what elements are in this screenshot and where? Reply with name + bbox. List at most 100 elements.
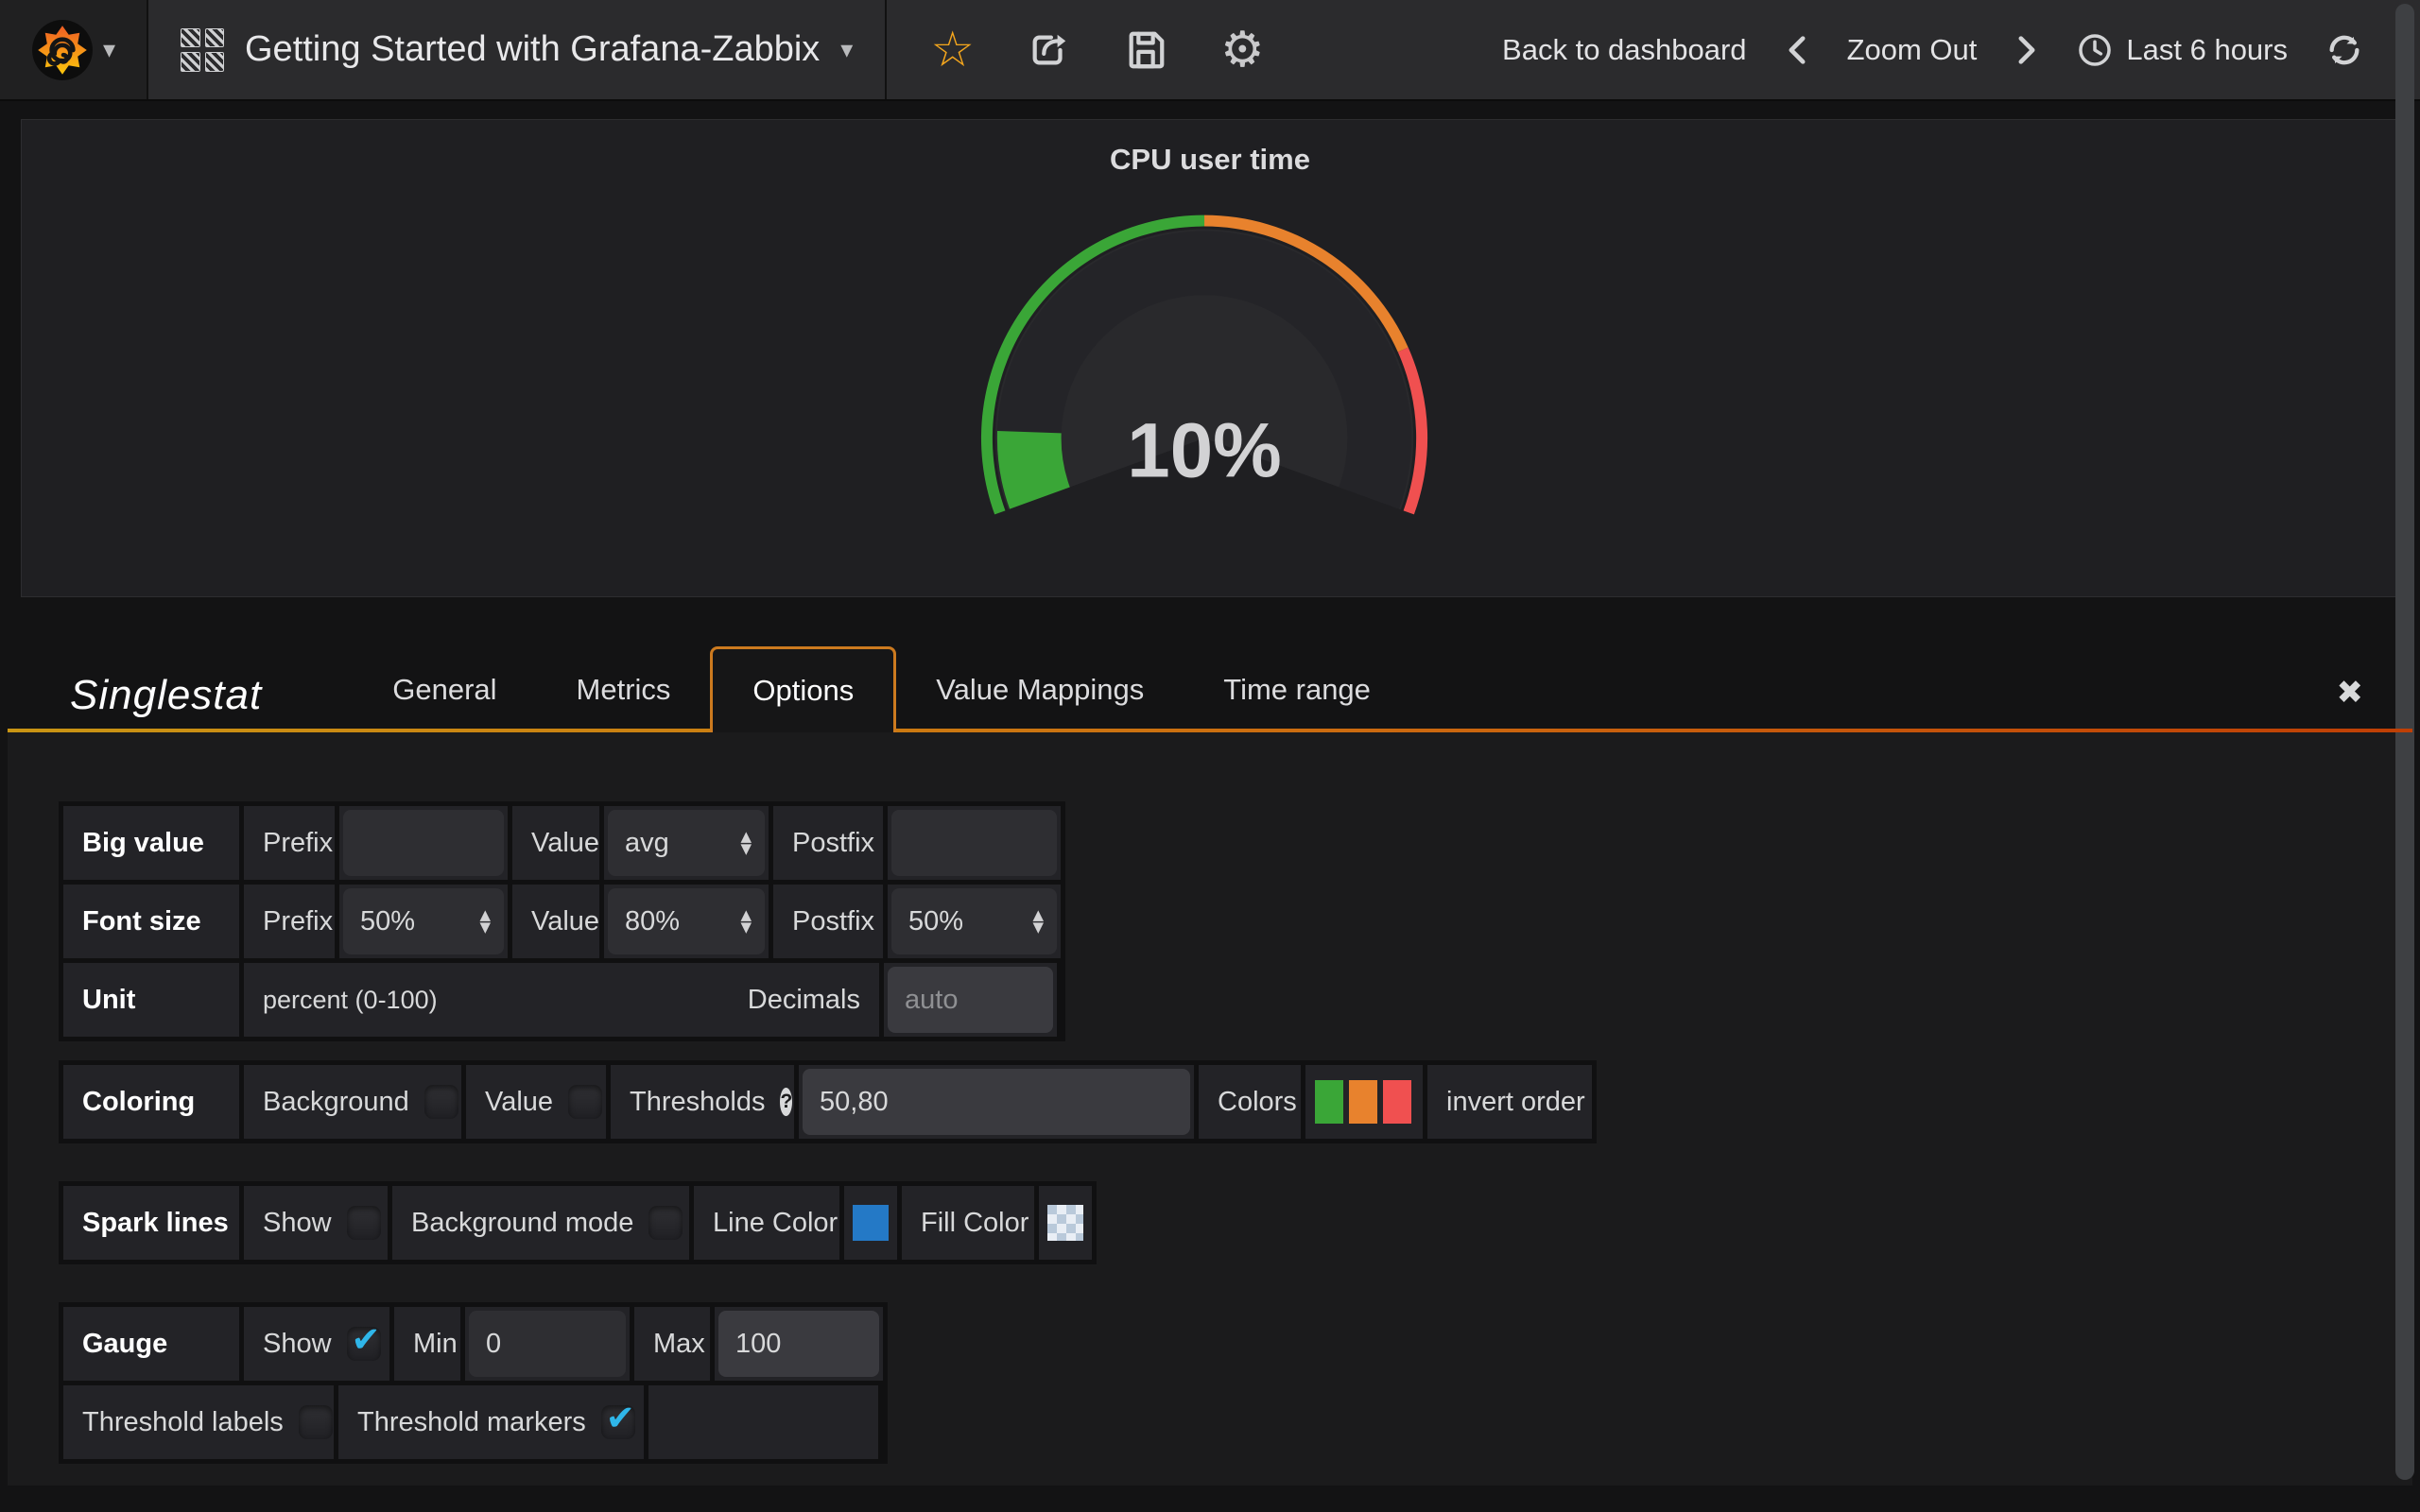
settings-button[interactable]: ⚙ bbox=[1220, 26, 1265, 75]
save-button[interactable] bbox=[1124, 28, 1167, 72]
tab-underline bbox=[8, 729, 2412, 732]
value-size-label: Value bbox=[512, 885, 599, 958]
big-value-row: Big value Prefix Value avg ▲▼ Postfix bbox=[63, 806, 1061, 880]
select-spinner-icon: ▲▼ bbox=[740, 831, 752, 855]
tab-value-mappings[interactable]: Value Mappings bbox=[896, 646, 1184, 732]
tab-time-range[interactable]: Time range bbox=[1184, 646, 1410, 732]
value-label: Value bbox=[512, 806, 599, 880]
time-range-label: Last 6 hours bbox=[2126, 33, 2288, 67]
time-forward-button[interactable] bbox=[2014, 34, 2039, 66]
prefix-input[interactable] bbox=[343, 810, 504, 876]
background-mode-label: Background mode bbox=[411, 1208, 633, 1239]
sparkline-show-checkbox[interactable] bbox=[347, 1206, 381, 1240]
background-mode-checkbox[interactable] bbox=[648, 1206, 683, 1240]
value-size-selected: 80% bbox=[625, 906, 680, 937]
chevron-right-icon bbox=[2014, 34, 2039, 66]
gear-icon: ⚙ bbox=[1220, 26, 1265, 75]
threshold-labels-label: Threshold labels bbox=[82, 1407, 284, 1438]
threshold-color-3-swatch[interactable] bbox=[1383, 1080, 1411, 1124]
max-input[interactable] bbox=[718, 1311, 879, 1377]
coloring-label: Coloring bbox=[63, 1065, 239, 1139]
spark-lines-table: Spark lines Show Background mode Line Co… bbox=[59, 1181, 1097, 1264]
dashboard-title: Getting Started with Grafana-Zabbix bbox=[245, 29, 820, 70]
navbar: ▾ Getting Started with Grafana-Zabbix ▾ … bbox=[0, 0, 2420, 101]
postfix-input[interactable] bbox=[891, 810, 1057, 876]
close-editor-button[interactable]: ✖ bbox=[2337, 674, 2364, 712]
share-button[interactable] bbox=[1028, 28, 1071, 72]
spark-lines-row: Spark lines Show Background mode Line Co… bbox=[63, 1186, 1092, 1260]
prefix-size-selected: 50% bbox=[360, 906, 415, 937]
grafana-logo-icon bbox=[31, 19, 94, 81]
prefix-label: Prefix bbox=[244, 806, 335, 880]
spark-lines-label: Spark lines bbox=[63, 1186, 239, 1260]
colors-label: Colors bbox=[1199, 1065, 1301, 1139]
select-spinner-icon: ▲▼ bbox=[479, 909, 491, 934]
postfix-label: Postfix bbox=[773, 806, 883, 880]
grafana-logo-menu[interactable]: ▾ bbox=[0, 0, 148, 99]
gauge-label: Gauge bbox=[63, 1307, 239, 1381]
decimals-input[interactable] bbox=[888, 967, 1053, 1033]
threshold-color-1-swatch[interactable] bbox=[1315, 1080, 1343, 1124]
font-size-label: Font size bbox=[63, 885, 239, 958]
unit-row: Unit percent (0-100) Decimals bbox=[63, 963, 1061, 1037]
fill-color-swatch[interactable] bbox=[1047, 1205, 1083, 1241]
refresh-icon bbox=[2325, 31, 2363, 69]
threshold-labels-checkbox[interactable] bbox=[299, 1405, 333, 1439]
min-input[interactable] bbox=[469, 1311, 626, 1377]
fill-color-label: Fill Color bbox=[902, 1186, 1034, 1260]
thresholds-input[interactable] bbox=[803, 1069, 1190, 1135]
gauge-row: Gauge Show Min Max bbox=[63, 1307, 883, 1381]
decimals-label: Decimals bbox=[748, 985, 860, 1016]
panel-editor: Singlestat General Metrics Options Value… bbox=[8, 646, 2412, 1486]
zoom-out-button[interactable]: Zoom Out bbox=[1847, 33, 1978, 67]
tab-options[interactable]: Options bbox=[710, 646, 896, 732]
postfix-size-label: Postfix bbox=[773, 885, 883, 958]
threshold-options-row: Threshold labels Threshold markers bbox=[63, 1385, 883, 1459]
background-label: Background bbox=[263, 1087, 409, 1118]
share-icon bbox=[1028, 28, 1071, 72]
value-checkbox[interactable] bbox=[568, 1085, 602, 1119]
chevron-left-icon bbox=[1785, 34, 1809, 66]
threshold-markers-label: Threshold markers bbox=[357, 1407, 586, 1438]
page-scrollbar[interactable] bbox=[2395, 4, 2414, 1480]
time-back-button[interactable] bbox=[1785, 34, 1809, 66]
unit-label: Unit bbox=[63, 963, 239, 1037]
prefix-size-label: Prefix bbox=[244, 885, 335, 958]
gauge-show-label: Show bbox=[263, 1329, 332, 1360]
gauge-show-checkbox[interactable] bbox=[347, 1327, 381, 1361]
back-to-dashboard-button[interactable]: Back to dashboard bbox=[1502, 33, 1747, 67]
singlestat-panel: CPU user time 10% bbox=[21, 119, 2399, 597]
value-stat-selected: avg bbox=[625, 828, 669, 859]
background-checkbox[interactable] bbox=[424, 1085, 458, 1119]
unit-picker[interactable]: percent (0-100) bbox=[263, 986, 438, 1015]
font-size-row: Font size Prefix 50% ▲▼ Value 80% ▲▼ Pos… bbox=[63, 885, 1061, 958]
gauge-svg: 10% bbox=[22, 120, 2398, 596]
select-spinner-icon: ▲▼ bbox=[740, 909, 752, 934]
refresh-button[interactable] bbox=[2325, 31, 2363, 69]
threshold-color-2-swatch[interactable] bbox=[1349, 1080, 1377, 1124]
value-stat-select[interactable]: avg ▲▼ bbox=[608, 810, 765, 876]
big-value-label: Big value bbox=[63, 806, 239, 880]
prefix-size-select[interactable]: 50% ▲▼ bbox=[343, 888, 504, 954]
editor-tabs: General Metrics Options Value Mappings T… bbox=[353, 646, 1410, 732]
panel-type-title: Singlestat bbox=[70, 672, 262, 719]
gauge-value: 10% bbox=[1127, 408, 1281, 494]
dashboard-title-button[interactable]: Getting Started with Grafana-Zabbix ▾ bbox=[148, 0, 887, 99]
value-size-select[interactable]: 80% ▲▼ bbox=[608, 888, 765, 954]
chevron-down-icon: ▾ bbox=[840, 36, 853, 64]
invert-order-button[interactable]: invert order bbox=[1427, 1065, 1592, 1139]
thresholds-label: Thresholds bbox=[630, 1087, 765, 1118]
threshold-markers-checkbox[interactable] bbox=[601, 1405, 635, 1439]
time-picker-button[interactable]: Last 6 hours bbox=[2077, 32, 2288, 68]
line-color-swatch[interactable] bbox=[853, 1205, 889, 1241]
value-options-table: Big value Prefix Value avg ▲▼ Postfix Fo… bbox=[59, 801, 1065, 1041]
help-icon[interactable]: ? bbox=[780, 1088, 792, 1116]
star-button[interactable]: ☆ bbox=[930, 26, 975, 75]
options-tab-content: Big value Prefix Value avg ▲▼ Postfix Fo… bbox=[8, 732, 2412, 1486]
dashboard-grid-icon bbox=[181, 28, 224, 72]
postfix-size-selected: 50% bbox=[908, 906, 963, 937]
postfix-size-select[interactable]: 50% ▲▼ bbox=[891, 888, 1057, 954]
tab-general[interactable]: General bbox=[353, 646, 536, 732]
tab-metrics[interactable]: Metrics bbox=[537, 646, 711, 732]
coloring-row: Coloring Background Value Thresholds ? C… bbox=[63, 1065, 1592, 1139]
